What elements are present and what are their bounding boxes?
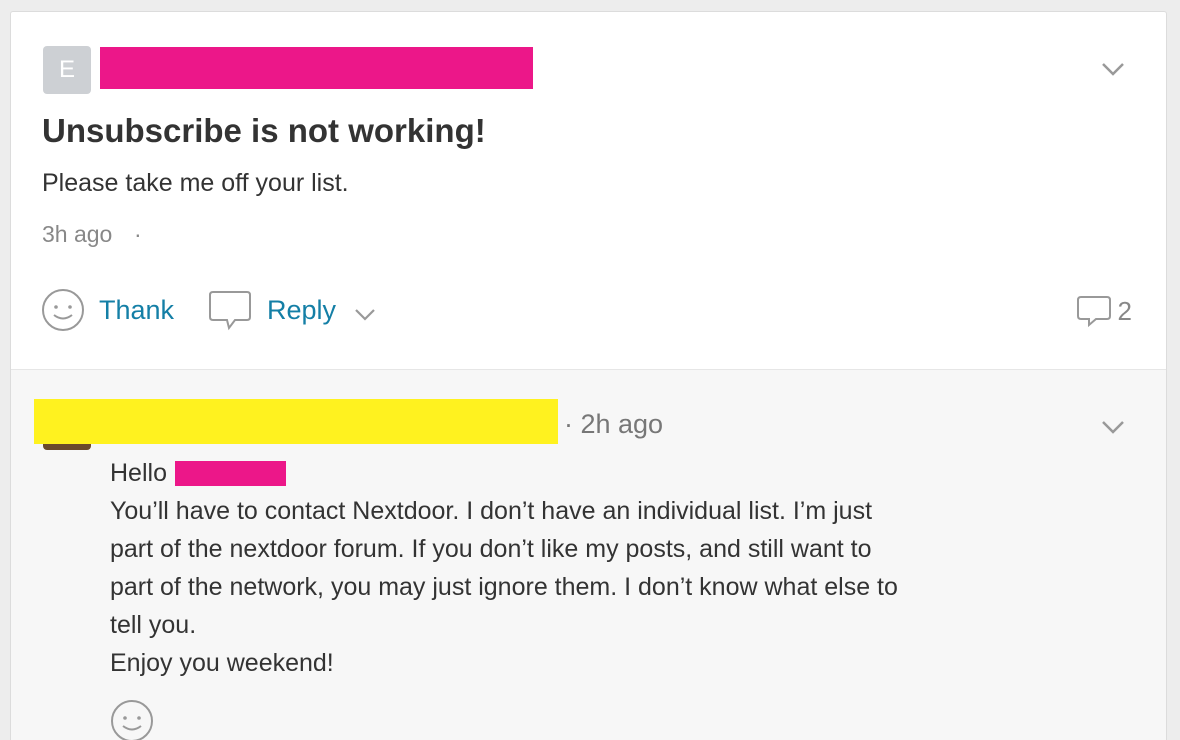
reply-thank-button[interactable] [110, 699, 154, 740]
reply-line: part of the nextdoor forum. If you don’t… [110, 535, 872, 563]
post-options-chevron-down-icon[interactable] [1098, 54, 1128, 84]
reply-line: Enjoy you weekend! [110, 649, 334, 677]
reply-greeting: Hello [110, 454, 1030, 492]
smiley-icon [111, 700, 153, 740]
comment-count-value: 2 [1117, 295, 1132, 326]
post-meta-separator: · [134, 221, 142, 247]
reply-body: Hello You’ll have to contact Nextdoor. I… [110, 454, 1030, 682]
reply-timestamp: · 2h ago [564, 409, 664, 439]
post-timestamp: 3h ago [42, 221, 113, 247]
comment-count[interactable]: 2 [1076, 294, 1132, 328]
post-card: E Unsubscribe is not working! Please tak… [10, 11, 1167, 740]
thank-button[interactable]: Thank [41, 288, 174, 332]
smiley-icon [42, 289, 84, 331]
thank-label: Thank [99, 294, 175, 325]
speech-bubble-icon [209, 291, 251, 331]
comment-icon [1076, 296, 1111, 328]
reply-line: tell you. [110, 611, 197, 639]
reply-options-chevron-down-icon[interactable] [1098, 412, 1128, 442]
reply-author-redaction [34, 399, 558, 444]
reply-label: Reply [267, 294, 337, 325]
reply-button[interactable]: Reply [207, 288, 336, 332]
author-name-redaction [100, 47, 533, 89]
reply-greeting-text: Hello [110, 459, 167, 487]
reply-line: You’ll have to contact Nextdoor. I don’t… [110, 497, 873, 525]
post-title: Unsubscribe is not working! [42, 112, 486, 149]
author-avatar[interactable]: E [43, 46, 91, 94]
reply-section: · 2h ago Hello You’ll have to contact Ne… [11, 369, 1166, 740]
post-body: Please take me off your list. [42, 169, 349, 197]
reply-line: part of the network, you may just ignore… [110, 573, 898, 601]
reply-options-chevron-down-icon[interactable] [351, 302, 379, 326]
recipient-name-redaction [174, 460, 286, 486]
